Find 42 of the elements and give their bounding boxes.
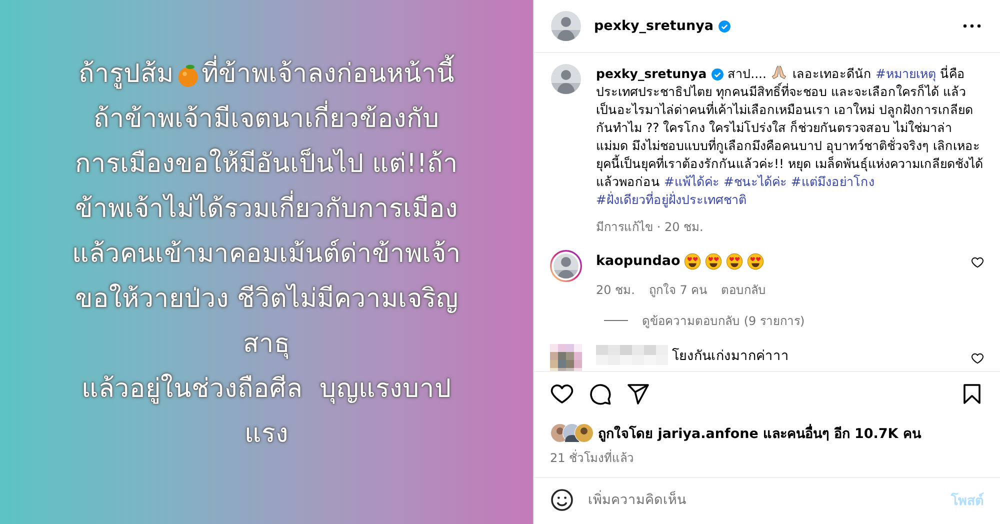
- image-text: แรง: [244, 418, 288, 451]
- image-text: สาธุ: [243, 328, 290, 361]
- username[interactable]: pexky_sretunya: [594, 18, 714, 34]
- image-text: ถ้าข้าพเจ้ามีเจตนาเกี่ยวข้องกับ: [94, 97, 440, 142]
- image-text: ขอให้วายป่วง ชีวิตไม่มีความเจริญ: [74, 282, 458, 316]
- hashtag-link[interactable]: #ชนะได้ค่ะ: [723, 174, 787, 189]
- image-text: ข้าพเจ้าไม่ได้รวมเกี่ยวกับการเมือง: [75, 187, 458, 232]
- avatar[interactable]: [550, 63, 582, 95]
- hashtag-link[interactable]: #แพ้ได้ค่ะ: [664, 174, 720, 189]
- share-icon[interactable]: [626, 382, 650, 406]
- avatar[interactable]: [550, 10, 582, 42]
- reply-button[interactable]: ตอบกลับ: [721, 280, 766, 299]
- image-text: ที่ข้าพเจ้าลงก่อนหน้านี้: [202, 52, 454, 97]
- hashtag-link[interactable]: #หมายเหตุ: [875, 66, 936, 81]
- emoji-icon[interactable]: [550, 488, 574, 512]
- comment-icon[interactable]: [588, 382, 612, 406]
- hashtag-link[interactable]: #ฝั่งเดียวที่อยู่ฝั่งประเทศชาติ: [596, 192, 746, 207]
- likes-count[interactable]: ถูกใจ 7 คน: [648, 280, 708, 299]
- heart-eyes-icon: [747, 252, 764, 270]
- view-replies-button[interactable]: ดูข้อความตอบกลับ (9 รายการ): [642, 311, 805, 330]
- caption-text: pexky_sretunya สาป.... เลอะเทอะดีนัก #หมายเหตุ นี่คือประเทศประชาธิปไตย ทุกคนมีสิทธิ์ที่จะชอบ และจะเลือกใครก็ได้ แล้วเป็นอะไรมาไล่ด่าคนที่เค้าไม่เลือกเหมือนเรา เอาใหม่ ปลูกฝังการเกลียดกันทำไม ?? ใครโกง ใครไม่โปร่งใส ก็ช่วยกันตรวจสอบ ไม่ใช่มาล่าแม่มด มึงไม่ชอบแบบที่กูเลือกมึงคือคนบาป อุบาทว์ชาติชั่วจริงๆ เลิกเหอะ ยุคนี้เป็นยุคที่เราต้องรักกันแล้วค่ะ!! หยุด เมล็ดพันธุ์แห่งความเกลียดชังได้แล้วพอก่อน #แพ้ได้ค่ะ #ชนะได้ค่ะ #แต่มึงอย่าโกง #ฝั่งเดียวที่อยู่ฝั่งประเทศชาติ: [596, 63, 984, 209]
- timestamp: มีการแก้ไข · 20 ชม.: [596, 219, 704, 236]
- timestamp: 20 ชม.: [596, 282, 635, 299]
- hashtag-link[interactable]: #แต่มึงอย่าโกง: [790, 174, 874, 189]
- comment-text: โยงกันเก่งมากค่าาา: [672, 347, 789, 366]
- likes-text[interactable]: ถูกใจโดย jariya.anfone และคนอื่นๆ อีก 10.7K คน: [598, 422, 921, 444]
- heart-icon[interactable]: [971, 256, 984, 269]
- timestamp: 21 ชั่วโมงที่แล้ว: [550, 448, 636, 467]
- praying-hands-icon: [770, 63, 788, 81]
- image-text: แล้วอยู่ในช่วงถือศีล บุญแรงบาป: [82, 372, 452, 406]
- image-text: การเมืองขอให้มีอันเป็นไป แต่!!ถ้า: [74, 147, 458, 181]
- username-link[interactable]: pexky_sretunya: [596, 66, 707, 81]
- liker-avatars: [550, 423, 594, 443]
- heart-eyes-icon: [705, 252, 722, 270]
- heart-eyes-icon: [726, 252, 744, 270]
- username[interactable]: kaopundao: [596, 253, 680, 269]
- heart-icon[interactable]: [550, 382, 574, 406]
- heart-eyes-icon: [684, 252, 702, 270]
- image-text: ถ้ารูปส้ม: [78, 58, 174, 91]
- image-text: แล้วคนเข้ามาคอมเม้นต์ด่าข้าพเจ้า: [72, 238, 461, 271]
- avatar[interactable]: [550, 250, 582, 282]
- heart-icon[interactable]: [971, 352, 984, 365]
